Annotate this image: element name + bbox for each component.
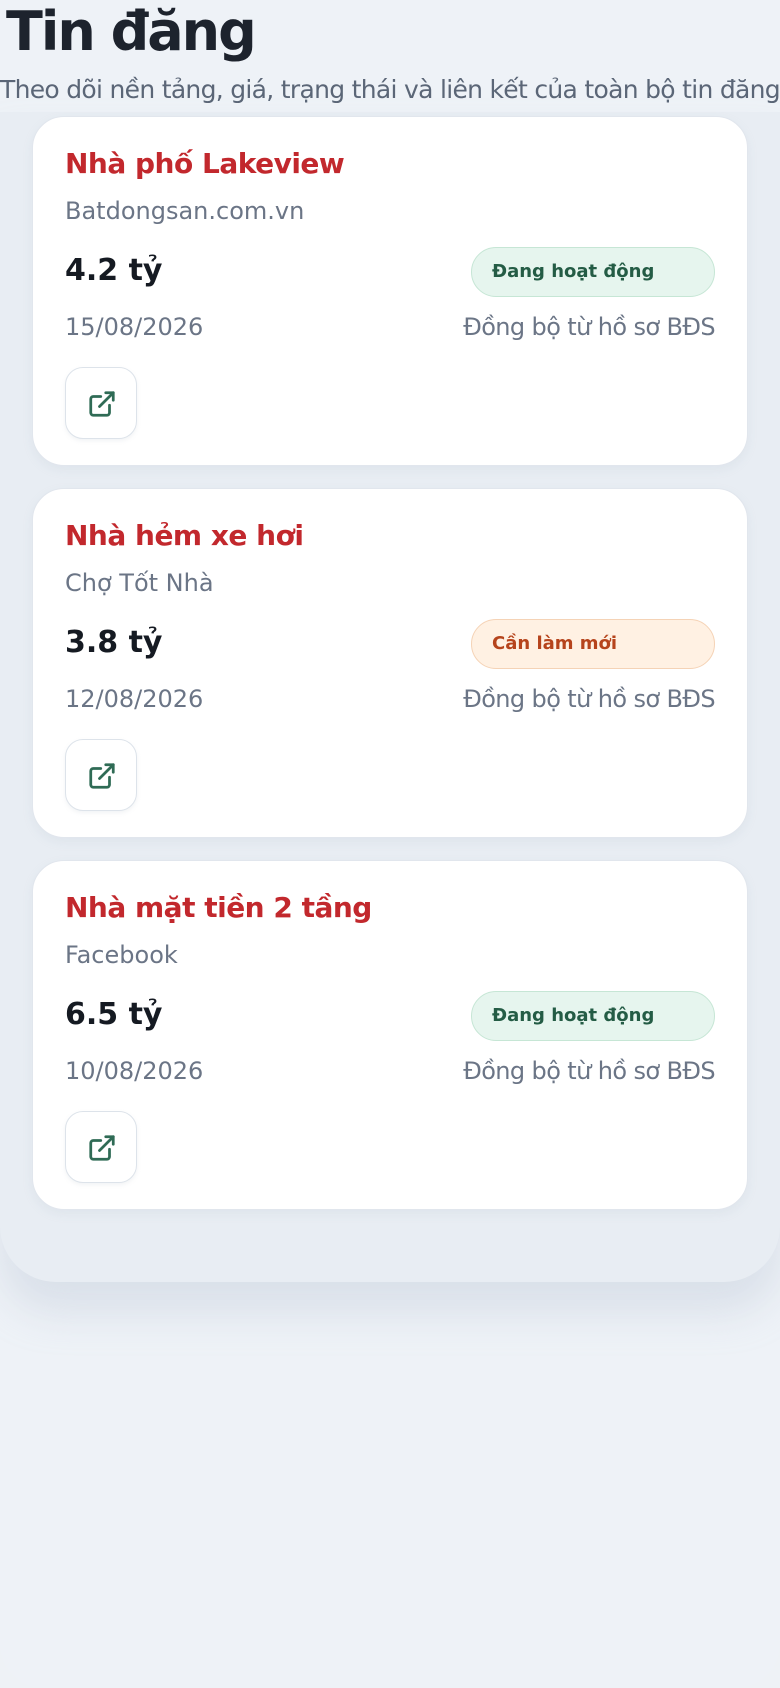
- listings-screen: Tin đăng Theo dõi nền tảng, giá, trạng t…: [0, 0, 780, 1688]
- status-badge: Đang hoạt động: [471, 247, 715, 297]
- listing-title[interactable]: Nhà mặt tiền 2 tầng: [65, 891, 372, 924]
- open-link-button[interactable]: [65, 1111, 137, 1183]
- external-link-icon: [89, 1135, 115, 1161]
- status-badge: Đang hoạt động: [471, 991, 715, 1041]
- listing-date: 10/08/2026: [65, 1057, 204, 1085]
- listing-price: 4.2 tỷ: [65, 253, 163, 288]
- listing-sync-note: Đồng bộ từ hồ sơ BĐS: [463, 313, 715, 341]
- listing-title[interactable]: Nhà phố Lakeview: [65, 147, 345, 180]
- external-link-icon: [89, 391, 115, 417]
- external-link-icon: [89, 763, 115, 789]
- listing-price: 3.8 tỷ: [65, 625, 163, 660]
- listing-date: 12/08/2026: [65, 685, 204, 713]
- page-subtitle: Theo dõi nền tảng, giá, trạng thái và li…: [0, 75, 780, 104]
- listing-price: 6.5 tỷ: [65, 997, 163, 1032]
- open-link-button[interactable]: [65, 367, 137, 439]
- listing-sync-note: Đồng bộ từ hồ sơ BĐS: [463, 685, 715, 713]
- listing-sync-note: Đồng bộ từ hồ sơ BĐS: [463, 1057, 715, 1085]
- listing-title[interactable]: Nhà hẻm xe hơi: [65, 519, 304, 552]
- listing-card[interactable]: Nhà phố Lakeview Batdongsan.com.vn 4.2 t…: [32, 116, 748, 466]
- listings-panel: Nhà phố Lakeview Batdongsan.com.vn 4.2 t…: [0, 112, 780, 1282]
- page-title: Tin đăng: [6, 0, 257, 63]
- listing-platform: Chợ Tốt Nhà: [65, 569, 214, 597]
- listing-platform: Facebook: [65, 941, 178, 969]
- listing-card[interactable]: Nhà hẻm xe hơi Chợ Tốt Nhà 3.8 tỷ Cần là…: [32, 488, 748, 838]
- open-link-button[interactable]: [65, 739, 137, 811]
- listing-date: 15/08/2026: [65, 313, 204, 341]
- status-badge: Cần làm mới: [471, 619, 715, 669]
- listing-card[interactable]: Nhà mặt tiền 2 tầng Facebook 6.5 tỷ Đang…: [32, 860, 748, 1210]
- listing-platform: Batdongsan.com.vn: [65, 197, 305, 225]
